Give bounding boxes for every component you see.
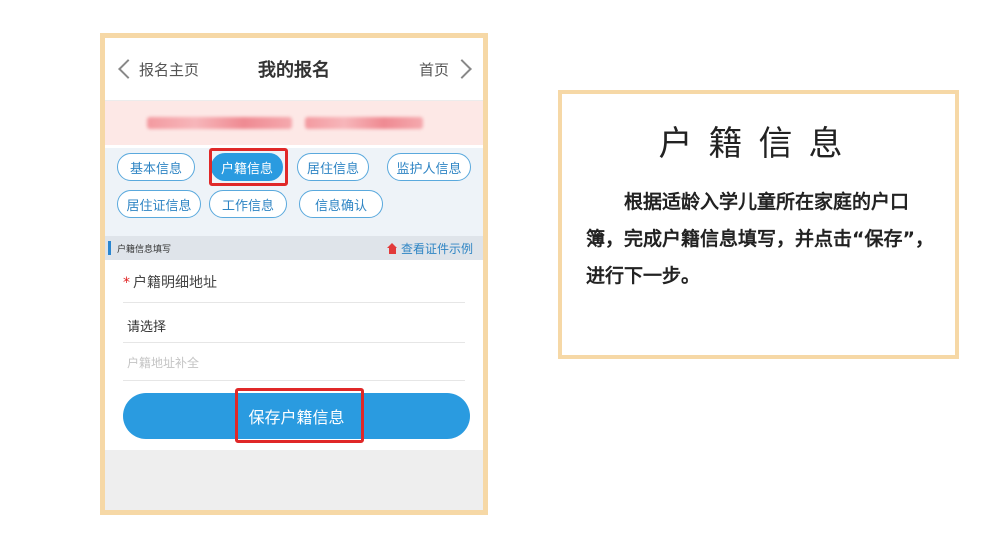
region-select[interactable]: 请选择	[127, 316, 166, 335]
view-document-sample-link[interactable]: 查看证件示例	[386, 240, 473, 257]
section-accent-bar	[108, 241, 111, 255]
phone-screen: 报名主页 我的报名 首页 基本信息 户籍信息 居住信息 监护人信息 居住证信息 …	[100, 33, 488, 515]
tab-residence-permit-info[interactable]: 居住证信息	[117, 190, 201, 218]
tab-basic-info[interactable]: 基本信息	[117, 153, 195, 181]
address-supplement-input[interactable]	[125, 348, 449, 378]
blurred-text	[147, 117, 292, 129]
footer-area	[105, 450, 483, 510]
chevron-right-icon	[452, 59, 472, 79]
address-field-label: * 户籍明细地址	[123, 272, 217, 292]
section-title: 户籍信息填写	[117, 245, 172, 255]
divider	[123, 380, 465, 381]
house-icon	[386, 243, 398, 254]
tab-residence-info[interactable]: 居住信息	[297, 153, 369, 181]
nav-bar: 报名主页 我的报名 首页	[105, 38, 483, 101]
section-header: 户籍信息填写 查看证件示例	[105, 236, 483, 260]
instruction-card: 户籍信息 根据适龄入学儿童所在家庭的户口簿，完成户籍信息填写，并点击“保存”，进…	[558, 90, 959, 359]
home-label: 首页	[418, 60, 449, 79]
blurred-applicant-banner	[105, 101, 483, 145]
tab-household-info[interactable]: 户籍信息	[211, 153, 283, 181]
sample-link-label: 查看证件示例	[400, 242, 473, 256]
blurred-text	[305, 117, 423, 129]
card-title: 户籍信息	[658, 124, 859, 164]
info-tabs: 基本信息 户籍信息 居住信息 监护人信息 居住证信息 工作信息 信息确认	[105, 148, 483, 236]
divider	[123, 302, 465, 303]
tab-guardian-info[interactable]: 监护人信息	[387, 153, 471, 181]
address-label-text: 户籍明细地址	[133, 275, 217, 291]
required-mark: *	[123, 275, 130, 291]
tab-work-info[interactable]: 工作信息	[209, 190, 287, 218]
home-button[interactable]: 首页	[418, 55, 472, 83]
divider	[123, 342, 465, 343]
save-household-info-button[interactable]: 保存户籍信息	[123, 393, 470, 439]
card-body: 根据适龄入学儿童所在家庭的户口簿，完成户籍信息填写，并点击“保存”，进行下一步。	[586, 191, 934, 287]
tab-info-confirm[interactable]: 信息确认	[299, 190, 383, 218]
